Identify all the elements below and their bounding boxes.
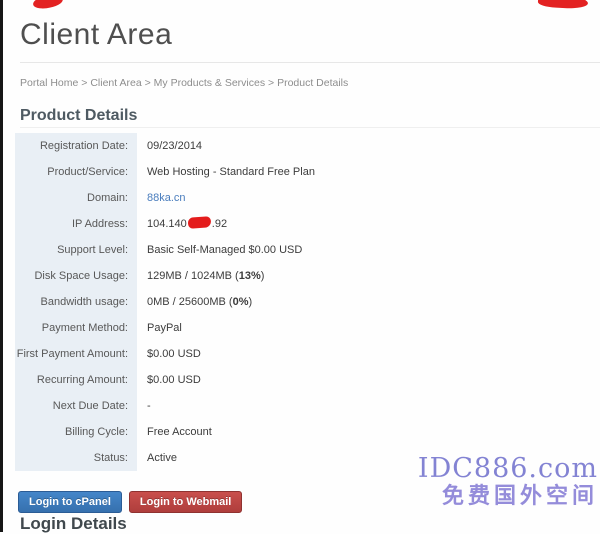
row-value: PayPal bbox=[137, 315, 182, 341]
table-row: Support Level:Basic Self-Managed $0.00 U… bbox=[15, 237, 420, 263]
row-value: 0MB / 25600MB (0%) bbox=[137, 289, 252, 315]
table-row: Disk Space Usage:129MB / 1024MB (13%) bbox=[15, 263, 420, 289]
table-row: Status:Active bbox=[15, 445, 420, 471]
domain-link[interactable]: 88ka.cn bbox=[147, 192, 186, 204]
product-details-table: Registration Date:09/23/2014Product/Serv… bbox=[15, 133, 420, 471]
row-label: Disk Space Usage: bbox=[15, 263, 137, 289]
row-value: 129MB / 1024MB (13%) bbox=[137, 263, 264, 289]
watermark-site-text: IDC886.com bbox=[418, 455, 598, 483]
table-row: First Payment Amount:$0.00 USD bbox=[15, 341, 420, 367]
section-heading-login-details: Login Details bbox=[20, 514, 127, 534]
table-row: Next Due Date:- bbox=[15, 393, 420, 419]
row-label: Support Level: bbox=[15, 237, 137, 263]
row-value: 09/23/2014 bbox=[137, 133, 202, 159]
table-row: Bandwidth usage:0MB / 25600MB (0%) bbox=[15, 289, 420, 315]
row-value: Free Account bbox=[137, 419, 212, 445]
row-value: Web Hosting - Standard Free Plan bbox=[137, 159, 315, 185]
row-label: First Payment Amount: bbox=[15, 341, 137, 367]
row-label: Registration Date: bbox=[15, 133, 137, 159]
row-value: Active bbox=[137, 445, 177, 471]
row-value: 104.140.92 bbox=[137, 211, 227, 237]
table-row: Registration Date:09/23/2014 bbox=[15, 133, 420, 159]
breadcrumb[interactable]: Portal Home > Client Area > My Products … bbox=[20, 77, 348, 89]
table-row: Payment Method:PayPal bbox=[15, 315, 420, 341]
row-value: Basic Self-Managed $0.00 USD bbox=[137, 237, 302, 263]
row-label: Recurring Amount: bbox=[15, 367, 137, 393]
table-row: Domain: 88ka.cn bbox=[15, 185, 420, 211]
table-row: Recurring Amount:$0.00 USD bbox=[15, 367, 420, 393]
top-left-red-scribble bbox=[32, 0, 63, 10]
row-value: 88ka.cn bbox=[137, 185, 186, 211]
row-label: Payment Method: bbox=[15, 315, 137, 341]
row-label: Bandwidth usage: bbox=[15, 289, 137, 315]
section-heading-product-details: Product Details bbox=[20, 107, 137, 125]
section-heading-underline bbox=[20, 127, 600, 128]
action-buttons: Login to cPanel Login to Webmail bbox=[18, 491, 242, 513]
watermark-slogan-text: 免费国外空间 bbox=[418, 483, 598, 509]
page-title: Client Area bbox=[20, 18, 172, 52]
watermark: IDC886.com 免费国外空间 bbox=[418, 455, 598, 509]
header-divider bbox=[20, 62, 600, 63]
login-to-webmail-button[interactable]: Login to Webmail bbox=[129, 491, 242, 513]
row-label: Billing Cycle: bbox=[15, 419, 137, 445]
row-label: IP Address: bbox=[15, 211, 137, 237]
left-edge-bar bbox=[0, 0, 3, 532]
table-row: Product/Service:Web Hosting - Standard F… bbox=[15, 159, 420, 185]
login-to-cpanel-button[interactable]: Login to cPanel bbox=[18, 491, 122, 513]
table-row: Billing Cycle:Free Account bbox=[15, 419, 420, 445]
row-value: $0.00 USD bbox=[137, 341, 201, 367]
ip-redaction-scribble bbox=[187, 216, 211, 229]
row-value: - bbox=[137, 393, 151, 419]
table-row: IP Address:104.140.92 bbox=[15, 211, 420, 237]
row-label: Domain: bbox=[15, 185, 137, 211]
row-label: Status: bbox=[15, 445, 137, 471]
row-label: Next Due Date: bbox=[15, 393, 137, 419]
row-label: Product/Service: bbox=[15, 159, 137, 185]
top-right-red-scribble bbox=[538, 0, 589, 9]
row-value: $0.00 USD bbox=[137, 367, 201, 393]
